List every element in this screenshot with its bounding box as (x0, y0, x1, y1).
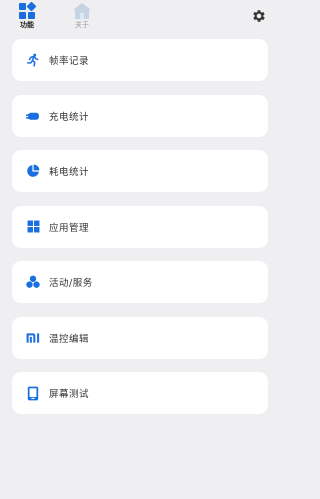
menu-item-app-management[interactable]: 应用管理 (12, 205, 268, 248)
home-icon (73, 3, 91, 19)
menu-item-label: 温控编辑 (49, 333, 90, 345)
tab-functions[interactable]: 功能 (12, 2, 42, 30)
menu-item-label: 耗电统计 (49, 167, 90, 178)
menu-item-label: 活动/服务 (49, 278, 93, 289)
menu-item-label: 充电统计 (49, 111, 90, 123)
pie-chart-icon (26, 164, 40, 178)
top-bar: 功能 关于 (0, 0, 281, 36)
menu-list: 帧率记录 充电统计 耗电统计 应用管理 活动/服务 温控编辑 屏幕测试 (12, 39, 268, 428)
menu-item-activity-service[interactable]: 活动/服务 (12, 261, 268, 303)
menu-item-power-consumption-stats[interactable]: 耗电统计 (12, 150, 268, 192)
mi-logo-icon (26, 331, 40, 345)
tab-about-label: 关于 (75, 21, 89, 29)
tab-about[interactable]: 关于 (67, 2, 97, 30)
grid-icon (19, 2, 36, 19)
tab-functions-label: 功能 (20, 21, 34, 29)
running-person-icon (26, 53, 40, 67)
menu-item-screen-test[interactable]: 屏幕测试 (12, 372, 268, 414)
app-grid-icon (26, 220, 40, 234)
menu-item-label: 屏幕测试 (49, 389, 90, 400)
menu-item-label: 应用管理 (49, 222, 90, 234)
menu-item-label: 帧率记录 (49, 56, 90, 67)
menu-item-frame-rate-record[interactable]: 帧率记录 (12, 39, 268, 81)
activity-icon (26, 275, 40, 289)
menu-item-charging-stats[interactable]: 充电统计 (12, 94, 268, 137)
gear-icon[interactable] (251, 8, 267, 24)
menu-item-thermal-control-edit[interactable]: 温控编辑 (12, 316, 268, 359)
charging-icon (26, 109, 40, 123)
phone-screen-icon (26, 386, 40, 400)
